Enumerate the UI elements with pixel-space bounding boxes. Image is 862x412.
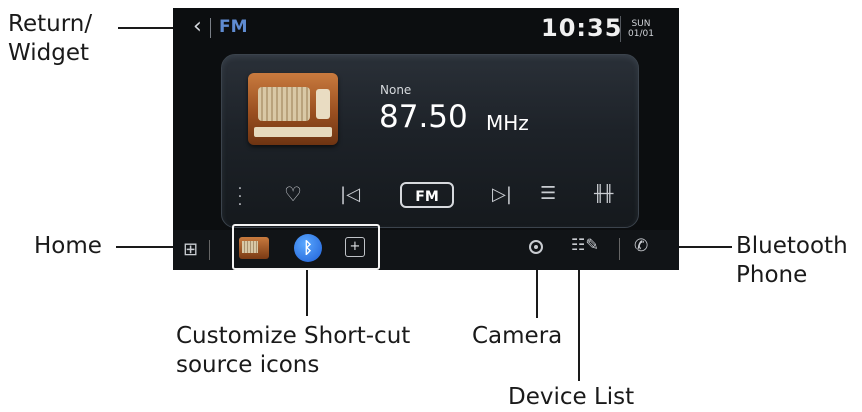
camera-icon[interactable]: [529, 240, 543, 254]
skip-next-icon[interactable]: ▷|: [492, 184, 512, 206]
device-list-icon[interactable]: ☷✎: [571, 236, 599, 254]
phone-icon[interactable]: ✆: [634, 236, 648, 256]
chevron-left-icon[interactable]: ‹: [193, 14, 202, 40]
radio-base: [254, 127, 332, 137]
list-favorite-icon[interactable]: ☰: [540, 183, 556, 205]
callout-device-list: Device List: [508, 384, 635, 410]
speaker-grille: [258, 87, 310, 121]
leader-device-list: [578, 253, 580, 381]
frequency-value: 87.50: [379, 99, 468, 135]
divider: [209, 240, 210, 260]
frequency-unit: MHz: [486, 111, 529, 135]
clock: 10:35: [541, 14, 623, 42]
callout-bluetooth-phone: Bluetooth Phone: [736, 233, 848, 288]
callout-home: Home: [34, 233, 102, 259]
callout-shortcut-icons: Customize Short-cut source icons: [176, 323, 411, 378]
heart-icon[interactable]: ♡: [284, 183, 302, 205]
source-title: FM: [219, 17, 248, 37]
equalizer-icon[interactable]: ╫╫: [594, 183, 613, 205]
apps-grid-icon[interactable]: ⊞: [183, 240, 198, 260]
divider: [620, 16, 621, 42]
divider: [619, 238, 620, 260]
skip-previous-icon[interactable]: |◁: [340, 184, 360, 206]
date-display: SUN 01/01: [627, 19, 655, 39]
leader-home: [116, 246, 180, 248]
leader-shortcut-icons: [306, 270, 308, 316]
more-vertical-icon[interactable]: · · ·: [235, 182, 245, 212]
radio-album-art: [248, 73, 338, 145]
callout-return-widget: Return/ Widget: [8, 11, 93, 66]
day-label: SUN: [631, 19, 651, 29]
status-bar: ‹ FM 10:35 SUN 01/01: [173, 8, 679, 50]
date-label: 01/01: [628, 29, 654, 39]
callout-camera: Camera: [472, 323, 563, 349]
now-playing-panel: None 87.50 MHz · · · ♡ |◁ FM ▷| ☰ ╫╫: [221, 54, 639, 228]
head-unit-screen: ‹ FM 10:35 SUN 01/01 None 87.50 MHz · · · …: [173, 8, 679, 270]
tuning-dial: [316, 89, 330, 119]
fm-band-button[interactable]: FM: [400, 182, 454, 208]
divider: [210, 18, 211, 38]
station-name: None: [380, 83, 412, 97]
shortcut-highlight-box: [232, 224, 380, 270]
